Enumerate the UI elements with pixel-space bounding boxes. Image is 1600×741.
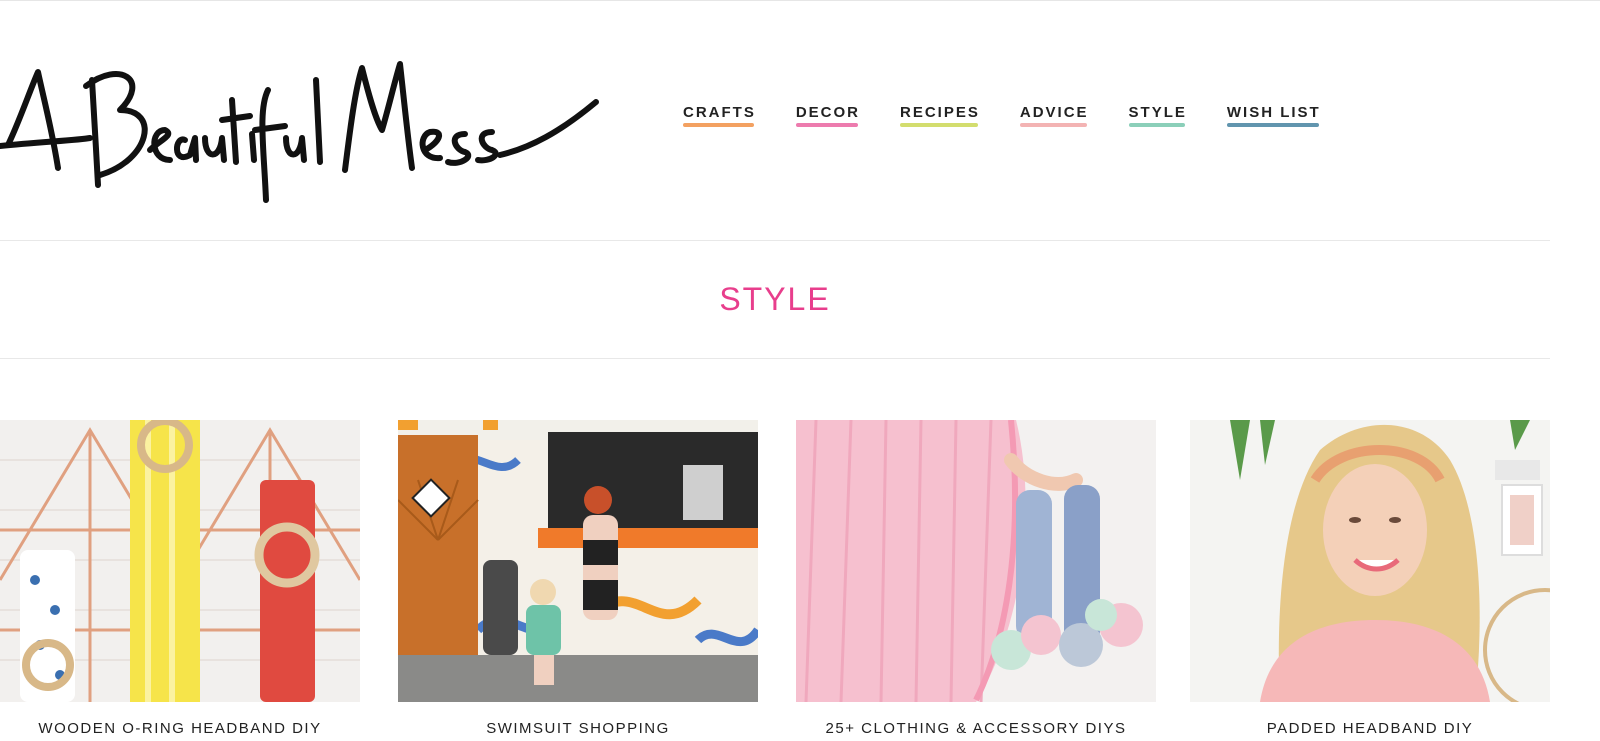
padded-headband-photo: [1190, 420, 1550, 702]
nav-item-wish-list[interactable]: WISH LIST: [1226, 104, 1321, 127]
nav-item-advice[interactable]: ADVICE: [1019, 104, 1089, 127]
site-header: CRAFTS DECOR RECIPES ADVICE STYLE WISH L…: [0, 0, 1550, 241]
post-title[interactable]: 25+ CLOTHING & ACCESSORY DIYS: [796, 720, 1156, 737]
nav-item-decor[interactable]: DECOR: [795, 104, 860, 127]
post-title[interactable]: SWIMSUIT SHOPPING: [398, 720, 758, 737]
pink-dress-shoes-photo: [796, 420, 1156, 702]
nav-label: DECOR: [795, 104, 860, 121]
nav-underline: [683, 123, 754, 127]
nav-underline: [795, 123, 858, 127]
post-title[interactable]: PADDED HEADBAND DIY: [1190, 720, 1550, 737]
page-title: STYLE: [719, 280, 831, 317]
post-card[interactable]: PADDED HEADBAND DIY: [1190, 420, 1550, 737]
nav-label: CRAFTS: [683, 104, 756, 121]
post-card[interactable]: SWIMSUIT SHOPPING: [398, 420, 758, 737]
nav-item-style[interactable]: STYLE: [1128, 104, 1187, 127]
nav-underline: [1019, 123, 1087, 127]
swimsuit-photo: [398, 420, 758, 702]
post-thumbnail[interactable]: [796, 420, 1156, 702]
post-card[interactable]: 25+ CLOTHING & ACCESSORY DIYS: [796, 420, 1156, 737]
headband-photo: [0, 420, 360, 702]
post-thumbnail[interactable]: [0, 420, 360, 702]
post-thumbnail[interactable]: [1190, 420, 1550, 702]
category-header: STYLE: [0, 240, 1550, 359]
nav-item-crafts[interactable]: CRAFTS: [683, 104, 756, 127]
site-logo[interactable]: [0, 50, 600, 210]
nav-label: ADVICE: [1019, 104, 1089, 121]
post-card[interactable]: WOODEN O-RING HEADBAND DIY: [0, 420, 360, 737]
nav-underline: [1226, 123, 1319, 127]
nav-label: WISH LIST: [1226, 104, 1321, 121]
main-nav: CRAFTS DECOR RECIPES ADVICE STYLE WISH L…: [683, 104, 1361, 127]
nav-item-recipes[interactable]: RECIPES: [900, 104, 980, 127]
post-thumbnail[interactable]: [398, 420, 758, 702]
nav-underline: [1128, 123, 1185, 127]
logo-script-wordmark: [0, 61, 599, 203]
nav-label: RECIPES: [900, 104, 980, 121]
post-title[interactable]: WOODEN O-RING HEADBAND DIY: [0, 720, 360, 737]
nav-underline: [900, 123, 978, 127]
post-grid: WOODEN O-RING HEADBAND DIY SWIMSUIT SHOP…: [0, 420, 1550, 741]
nav-label: STYLE: [1128, 104, 1187, 121]
